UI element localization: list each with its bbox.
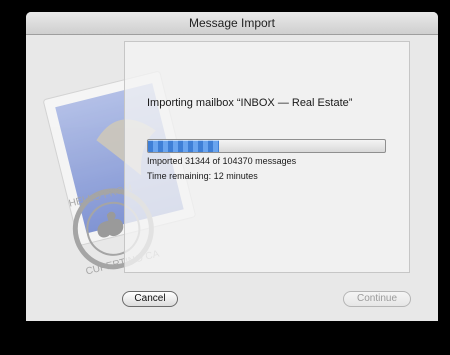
cancel-button[interactable]: Cancel (122, 291, 178, 307)
import-progress-bar (147, 139, 386, 153)
import-panel: Importing mailbox “INBOX — Real Estate” … (124, 41, 410, 273)
progress-fill (148, 140, 220, 152)
import-count-text: Imported 31344 of 104370 messages (147, 156, 297, 166)
window-title: Message Import (26, 12, 438, 35)
message-import-window: Message Import HELLO FROM CUPERTINO CA I… (26, 12, 438, 321)
time-remaining-text: Time remaining: 12 minutes (147, 171, 258, 181)
import-heading: Importing mailbox “INBOX — Real Estate” (147, 97, 353, 109)
continue-button[interactable]: Continue (343, 291, 411, 307)
